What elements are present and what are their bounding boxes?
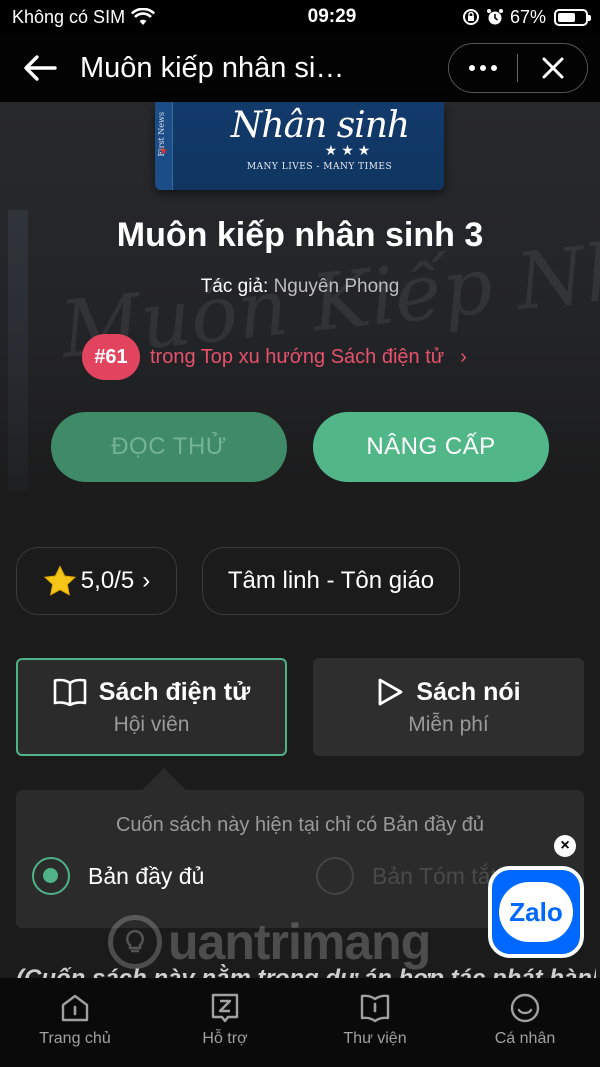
zalo-dismiss-button[interactable]: × <box>554 835 576 857</box>
tab-home-label: Trang chủ <box>39 1030 111 1047</box>
battery-icon <box>554 8 591 26</box>
zalo-logo-icon: Zalo <box>499 882 573 942</box>
more-dots-icon-dot <box>491 65 497 71</box>
ebook-title: Sách điện tử <box>98 677 251 706</box>
watermark-text: uantrimang <box>168 914 431 970</box>
status-bar: Không có SIM 09:29 67% <box>0 0 600 34</box>
watermark: uantrimang <box>108 912 508 972</box>
open-book-icon <box>53 678 87 706</box>
chevron-right-icon: › <box>142 567 151 594</box>
more-dots-icon-dot <box>480 65 486 71</box>
tab-library-label: Thư viện <box>343 1030 407 1047</box>
status-time: 09:29 <box>307 6 357 27</box>
back-arrow-icon <box>24 55 57 81</box>
radio-selected-icon <box>32 857 70 895</box>
genre-chip[interactable]: Tâm linh - Tôn giáo <box>202 547 460 615</box>
summary-version-option: Bản Tóm tắt <box>316 856 497 896</box>
author-line: Tác giả: Nguyên Phong <box>0 276 600 298</box>
top-nav-bar: Muôn kiếp nhân si… <box>0 34 600 102</box>
full-version-option[interactable]: Bản đầy đủ <box>32 856 204 896</box>
version-note: Cuốn sách này hiện tại chỉ có Bản đầy đủ <box>115 814 485 836</box>
battery-percent: 67% <box>509 6 546 27</box>
nav-action-pill <box>448 43 588 93</box>
rank-badge: #61 <box>82 334 140 380</box>
bottom-tab-bar: Trang chủ Hỗ trợ Thư viện Cá nhân <box>0 978 600 1067</box>
tab-profile[interactable]: Cá nhân <box>450 978 600 1067</box>
battery-level <box>558 12 575 22</box>
read-sample-button[interactable]: ĐỌC THỬ <box>51 412 287 482</box>
author-name[interactable]: Nguyên Phong <box>274 276 400 297</box>
close-icon <box>542 57 563 79</box>
tab-support[interactable]: Hỗ trợ <box>150 978 300 1067</box>
more-dots-icon <box>469 65 475 71</box>
rating-value: 5,0/5 <box>80 567 135 594</box>
wifi-icon <box>131 8 156 25</box>
watermark-logo-icon <box>108 915 162 969</box>
alarm-icon <box>486 9 503 25</box>
orientation-lock-icon <box>462 9 479 25</box>
back-button[interactable] <box>0 34 80 102</box>
audiobook-format-card[interactable]: Sách nói Miễn phí <box>313 658 584 756</box>
ebook-format-card[interactable]: Sách điện tử Hội viên <box>16 658 287 756</box>
tab-profile-label: Cá nhân <box>494 1030 556 1047</box>
page-title: Muôn kiếp nhân si… <box>80 51 345 84</box>
profile-icon <box>510 993 540 1023</box>
trending-rank-link[interactable]: #61 trong Top xu hướng Sách điện tử › <box>82 334 467 380</box>
rating-chip[interactable]: 5,0/5 › <box>16 547 177 615</box>
audiobook-subtitle: Miễn phí <box>408 713 489 736</box>
summary-version-label: Bản Tóm tắt <box>372 862 497 889</box>
cover-stars: ★★★ <box>324 142 375 158</box>
audiobook-title: Sách nói <box>416 677 521 706</box>
full-version-label: Bản đầy đủ <box>88 862 205 889</box>
tab-support-label: Hỗ trợ <box>202 1030 248 1047</box>
author-label: Tác giả: <box>200 276 269 297</box>
library-icon <box>360 994 390 1023</box>
star-icon <box>43 565 76 596</box>
support-icon <box>211 993 239 1023</box>
more-options-button[interactable] <box>449 44 517 92</box>
tab-home[interactable]: Trang chủ <box>0 978 150 1067</box>
play-icon <box>379 678 403 706</box>
zalo-label: Zalo <box>509 896 563 927</box>
chevron-right-icon: › <box>460 345 467 368</box>
ebook-subtitle: Hội viên <box>113 712 190 736</box>
carrier-text: Không có SIM <box>12 6 126 27</box>
home-icon <box>61 994 89 1022</box>
rank-text: trong Top xu hướng Sách điện tử <box>150 345 445 368</box>
book-title: Muôn kiếp nhân sinh 3 <box>116 216 484 254</box>
radio-unselected-icon <box>316 857 354 895</box>
book-cover[interactable]: First News ★ Nhân sinh ★★★ MANY LIVES - … <box>155 102 444 190</box>
close-button[interactable] <box>518 44 587 92</box>
tab-library[interactable]: Thư viện <box>300 978 450 1067</box>
cover-subtitle: MANY LIVES - MANY TIMES <box>246 162 393 172</box>
panel-pointer <box>142 768 186 790</box>
zalo-chat-button[interactable]: Zalo <box>488 866 584 958</box>
upgrade-button[interactable]: NÂNG CẤP <box>313 412 549 482</box>
